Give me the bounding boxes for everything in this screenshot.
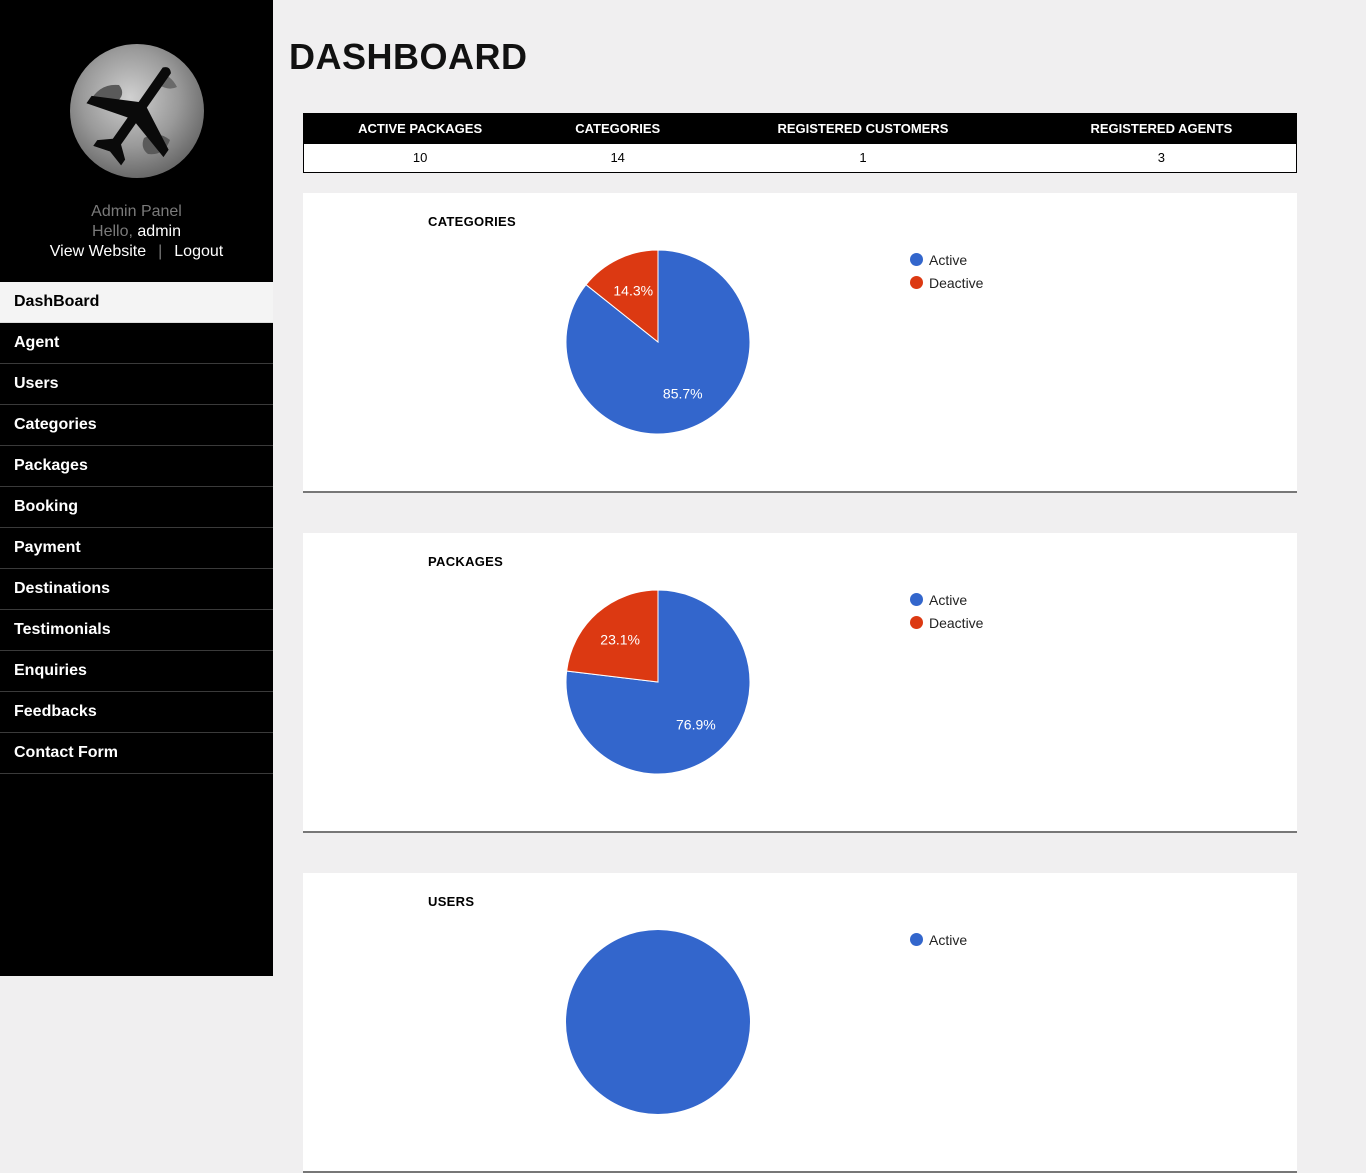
legend-dot-icon bbox=[910, 593, 923, 606]
pie-label-deactive: 23.1% bbox=[600, 631, 640, 647]
stats-value-row: 10 14 1 3 bbox=[304, 144, 1297, 173]
main-content: DASHBOARD ACTIVE PACKAGES CATEGORIES REG… bbox=[273, 0, 1366, 1173]
pie-label-active: 76.9% bbox=[676, 717, 716, 733]
chart-card-users: USERS Active bbox=[303, 873, 1297, 1173]
header-links: View Website | Logout bbox=[0, 242, 273, 262]
username: admin bbox=[137, 223, 181, 240]
chart-title: USERS bbox=[428, 894, 475, 909]
pie-chart: 85.7% 14.3% bbox=[565, 249, 751, 435]
legend-dot-icon bbox=[910, 616, 923, 629]
chart-title: CATEGORIES bbox=[428, 214, 516, 229]
sidebar-item-packages[interactable]: Packages bbox=[0, 446, 273, 487]
sidebar-item-payment[interactable]: Payment bbox=[0, 528, 273, 569]
legend-label: Deactive bbox=[929, 274, 984, 291]
pie-chart: 76.9% 23.1% bbox=[565, 589, 751, 775]
stats-table: ACTIVE PACKAGES CATEGORIES REGISTERED CU… bbox=[303, 113, 1297, 173]
chart-legend: Active Deactive bbox=[910, 248, 983, 294]
greeting: Hello, admin bbox=[0, 222, 273, 242]
pie-slice-active bbox=[566, 930, 750, 1114]
chart-title: PACKAGES bbox=[428, 554, 504, 569]
pie-label-active: 85.7% bbox=[663, 385, 703, 401]
logout-link[interactable]: Logout bbox=[174, 243, 223, 260]
panel-info: Admin Panel Hello, admin View Website | Lo… bbox=[0, 202, 273, 262]
link-separator: | bbox=[158, 243, 163, 260]
sidebar-item-categories[interactable]: Categories bbox=[0, 405, 273, 446]
legend-label: Active bbox=[929, 251, 968, 268]
legend-item-active: Active bbox=[910, 928, 967, 951]
sidebar-item-enquiries[interactable]: Enquiries bbox=[0, 651, 273, 692]
panel-title: Admin Panel bbox=[91, 203, 182, 220]
sidebar-item-users[interactable]: Users bbox=[0, 364, 273, 405]
sidebar-item-feedbacks[interactable]: Feedbacks bbox=[0, 692, 273, 733]
airplane-globe-icon bbox=[70, 44, 204, 178]
legend-item-active: Active bbox=[910, 248, 983, 271]
legend-item-deactive: Deactive bbox=[910, 271, 983, 294]
legend-dot-icon bbox=[910, 933, 923, 946]
legend-item-deactive: Deactive bbox=[910, 611, 983, 634]
legend-item-active: Active bbox=[910, 588, 983, 611]
stats-value-registered-agents: 3 bbox=[1157, 150, 1165, 166]
stats-header-registered-customers: REGISTERED CUSTOMERS bbox=[699, 113, 1027, 144]
sidebar-menu: DashBoard Agent Users Categories Package… bbox=[0, 282, 273, 774]
sidebar-item-contact-form[interactable]: Contact Form bbox=[0, 733, 273, 774]
sidebar-item-testimonials[interactable]: Testimonials bbox=[0, 610, 273, 651]
hello-label: Hello, bbox=[92, 223, 133, 240]
pie-label-deactive: 14.3% bbox=[613, 283, 653, 299]
stats-value-registered-customers: 1 bbox=[859, 150, 867, 166]
pie-chart bbox=[566, 930, 750, 1114]
legend-label: Deactive bbox=[929, 614, 984, 631]
view-website-link[interactable]: View Website bbox=[50, 243, 146, 260]
stats-header-categories: CATEGORIES bbox=[536, 113, 700, 144]
chart-legend: Active Deactive bbox=[910, 588, 983, 634]
legend-label: Active bbox=[929, 931, 968, 948]
sidebar-item-agent[interactable]: Agent bbox=[0, 323, 273, 364]
chart-card-packages: PACKAGES 76.9% 23.1% Active Deactive bbox=[303, 533, 1297, 833]
stats-header-registered-agents: REGISTERED AGENTS bbox=[1026, 113, 1297, 144]
sidebar-item-booking[interactable]: Booking bbox=[0, 487, 273, 528]
sidebar-item-dashboard[interactable]: DashBoard bbox=[0, 282, 273, 323]
sidebar-item-destinations[interactable]: Destinations bbox=[0, 569, 273, 610]
sidebar: Admin Panel Hello, admin View Website | Lo… bbox=[0, 0, 273, 976]
legend-label: Active bbox=[929, 591, 968, 608]
page-title: DASHBOARD bbox=[289, 36, 528, 77]
stats-header-active-packages: ACTIVE PACKAGES bbox=[303, 113, 537, 144]
chart-legend: Active bbox=[910, 928, 967, 951]
legend-dot-icon bbox=[910, 276, 923, 289]
stats-header-row: ACTIVE PACKAGES CATEGORIES REGISTERED CU… bbox=[303, 113, 1297, 144]
legend-dot-icon bbox=[910, 253, 923, 266]
chart-card-categories: CATEGORIES 85.7% 14.3% Active Deactive bbox=[303, 193, 1297, 493]
stats-value-active-packages: 10 bbox=[412, 150, 428, 166]
stats-value-categories: 14 bbox=[610, 150, 625, 166]
